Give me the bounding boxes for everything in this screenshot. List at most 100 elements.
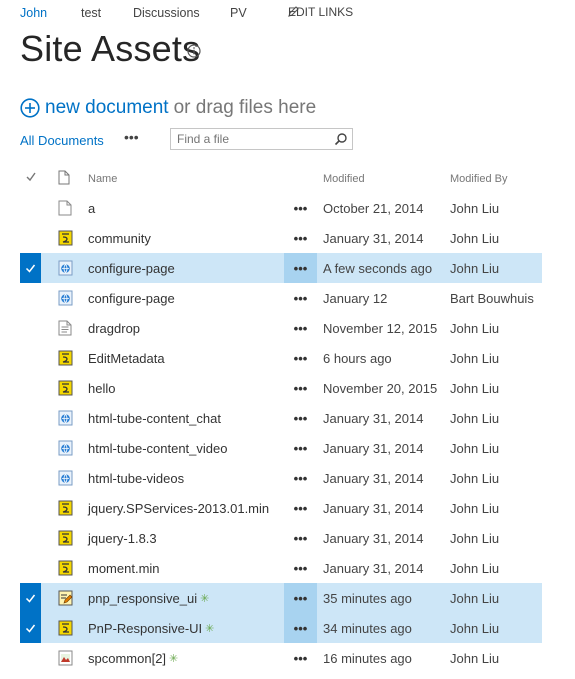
new-document-command[interactable]: new document or drag files here bbox=[20, 96, 316, 120]
modified-by-link[interactable]: Bart Bouwhuis bbox=[450, 283, 534, 313]
table-row[interactable]: jquery-1.8.3 ••• January 31, 2014 John Liu bbox=[0, 523, 575, 553]
file-name-link[interactable]: html-tube-content_video bbox=[88, 441, 227, 456]
file-name-cell[interactable]: pnp_responsive_ui ✳ bbox=[88, 583, 209, 613]
table-row[interactable]: community ••• January 31, 2014 John Liu bbox=[0, 223, 575, 253]
row-checkbox[interactable] bbox=[20, 613, 41, 643]
html-file-icon[interactable] bbox=[56, 283, 74, 313]
file-name-cell[interactable]: html-tube-content_chat bbox=[88, 403, 221, 433]
column-header-name[interactable]: Name bbox=[88, 173, 117, 185]
file-name-cell[interactable]: html-tube-videos bbox=[88, 463, 184, 493]
modified-by-link[interactable]: John Liu bbox=[450, 313, 499, 343]
item-menu-button[interactable]: ••• bbox=[284, 523, 317, 553]
row-checkbox[interactable] bbox=[20, 583, 41, 613]
info-icon[interactable] bbox=[187, 44, 201, 58]
file-name-link[interactable]: pnp_responsive_ui bbox=[88, 591, 197, 606]
item-menu-button[interactable]: ••• bbox=[284, 373, 317, 403]
item-menu-button[interactable]: ••• bbox=[284, 493, 317, 523]
file-name-link[interactable]: html-tube-videos bbox=[88, 471, 184, 486]
table-row[interactable]: html-tube-content_chat ••• January 31, 201… bbox=[0, 403, 575, 433]
modified-by-link[interactable]: John Liu bbox=[450, 463, 499, 493]
item-menu-button[interactable]: ••• bbox=[284, 193, 317, 223]
file-name-cell[interactable]: moment.min bbox=[88, 553, 160, 583]
modified-by-link[interactable]: John Liu bbox=[450, 253, 499, 283]
file-name-cell[interactable]: spcommon[2] ✳ bbox=[88, 643, 178, 673]
item-menu-button[interactable]: ••• bbox=[284, 463, 317, 493]
item-menu-button[interactable]: ••• bbox=[284, 553, 317, 583]
file-name-cell[interactable]: jquery.SPServices-2013.01.min bbox=[88, 493, 269, 523]
blank-file-icon[interactable] bbox=[56, 193, 74, 223]
column-header-modified-by[interactable]: Modified By bbox=[450, 173, 507, 185]
item-menu-button[interactable]: ••• bbox=[284, 433, 317, 463]
file-name-link[interactable]: html-tube-content_chat bbox=[88, 411, 221, 426]
nav-item-test[interactable]: test bbox=[81, 6, 101, 20]
modified-by-link[interactable]: John Liu bbox=[450, 403, 499, 433]
table-row[interactable]: hello ••• November 20, 2015 John Liu bbox=[0, 373, 575, 403]
html-file-icon[interactable] bbox=[56, 463, 74, 493]
script-file-icon[interactable] bbox=[56, 223, 74, 253]
file-name-link[interactable]: configure-page bbox=[88, 261, 175, 276]
file-name-cell[interactable]: a bbox=[88, 193, 95, 223]
view-more-icon[interactable]: ••• bbox=[124, 129, 139, 145]
file-name-cell[interactable]: jquery-1.8.3 bbox=[88, 523, 157, 553]
table-row[interactable]: configure-page ••• January 12 Bart Bouwhuis bbox=[0, 283, 575, 313]
nav-item-john[interactable]: John bbox=[20, 6, 47, 20]
image-file-icon[interactable] bbox=[56, 643, 74, 673]
file-name-cell[interactable]: configure-page bbox=[88, 283, 175, 313]
table-row[interactable]: a ••• October 21, 2014 John Liu bbox=[0, 193, 575, 223]
modified-by-link[interactable]: John Liu bbox=[450, 193, 499, 223]
table-row[interactable]: html-tube-videos ••• January 31, 2014 John … bbox=[0, 463, 575, 493]
table-row[interactable]: dragdrop ••• November 12, 2015 John Liu bbox=[0, 313, 575, 343]
item-menu-button[interactable]: ••• bbox=[284, 223, 317, 253]
file-name-link[interactable]: community bbox=[88, 231, 151, 246]
script-file-icon[interactable] bbox=[56, 343, 74, 373]
search-input[interactable] bbox=[171, 129, 333, 149]
html-file-icon[interactable] bbox=[56, 403, 74, 433]
table-row[interactable]: pnp_responsive_ui ✳ ••• 35 minutes ago John … bbox=[0, 583, 575, 613]
file-name-link[interactable]: jquery.SPServices-2013.01.min bbox=[88, 501, 269, 516]
html-file-icon[interactable] bbox=[56, 253, 74, 283]
modified-by-link[interactable]: John Liu bbox=[450, 493, 499, 523]
table-row[interactable]: EditMetadata ••• 6 hours ago John Liu bbox=[0, 343, 575, 373]
new-document-link[interactable]: new document bbox=[45, 97, 169, 119]
file-name-link[interactable]: PnP-Responsive-UI bbox=[88, 621, 202, 636]
file-name-link[interactable]: EditMetadata bbox=[88, 351, 165, 366]
modified-by-link[interactable]: John Liu bbox=[450, 613, 499, 643]
item-menu-button[interactable]: ••• bbox=[284, 403, 317, 433]
modified-by-link[interactable]: John Liu bbox=[450, 553, 499, 583]
item-menu-button[interactable]: ••• bbox=[284, 253, 317, 283]
item-menu-button[interactable]: ••• bbox=[284, 583, 317, 613]
file-name-cell[interactable]: hello bbox=[88, 373, 115, 403]
file-name-link[interactable]: a bbox=[88, 201, 95, 216]
modified-by-link[interactable]: John Liu bbox=[450, 583, 499, 613]
file-name-cell[interactable]: dragdrop bbox=[88, 313, 140, 343]
file-name-link[interactable]: hello bbox=[88, 381, 115, 396]
table-row[interactable]: html-tube-content_video ••• January 31, 20… bbox=[0, 433, 575, 463]
file-name-cell[interactable]: html-tube-content_video bbox=[88, 433, 227, 463]
item-menu-button[interactable]: ••• bbox=[284, 343, 317, 373]
select-all-check-icon[interactable] bbox=[25, 171, 37, 186]
script-file-icon[interactable] bbox=[56, 613, 74, 643]
file-name-link[interactable]: jquery-1.8.3 bbox=[88, 531, 157, 546]
file-name-cell[interactable]: PnP-Responsive-UI ✳ bbox=[88, 613, 214, 643]
modified-by-link[interactable]: John Liu bbox=[450, 343, 499, 373]
edit-links-button[interactable]: EDIT LINKS bbox=[288, 5, 353, 19]
script-file-icon[interactable] bbox=[56, 493, 74, 523]
item-menu-button[interactable]: ••• bbox=[284, 313, 317, 343]
file-name-cell[interactable]: community bbox=[88, 223, 151, 253]
script-file-icon[interactable] bbox=[56, 523, 74, 553]
file-name-link[interactable]: spcommon[2] bbox=[88, 651, 166, 666]
html-file-icon[interactable] bbox=[56, 433, 74, 463]
table-row[interactable]: moment.min ••• January 31, 2014 John Liu bbox=[0, 553, 575, 583]
modified-by-link[interactable]: John Liu bbox=[450, 373, 499, 403]
view-all-documents[interactable]: All Documents bbox=[20, 133, 104, 148]
file-name-link[interactable]: configure-page bbox=[88, 291, 175, 306]
script-file-icon[interactable] bbox=[56, 553, 74, 583]
table-row[interactable]: PnP-Responsive-UI ✳ ••• 34 minutes ago John … bbox=[0, 613, 575, 643]
modified-by-link[interactable]: John Liu bbox=[450, 523, 499, 553]
search-icon[interactable] bbox=[334, 132, 348, 146]
item-menu-button[interactable]: ••• bbox=[284, 283, 317, 313]
modified-by-link[interactable]: John Liu bbox=[450, 433, 499, 463]
modified-by-link[interactable]: John Liu bbox=[450, 643, 499, 673]
search-box[interactable] bbox=[170, 128, 353, 150]
text-file-icon[interactable] bbox=[56, 313, 74, 343]
